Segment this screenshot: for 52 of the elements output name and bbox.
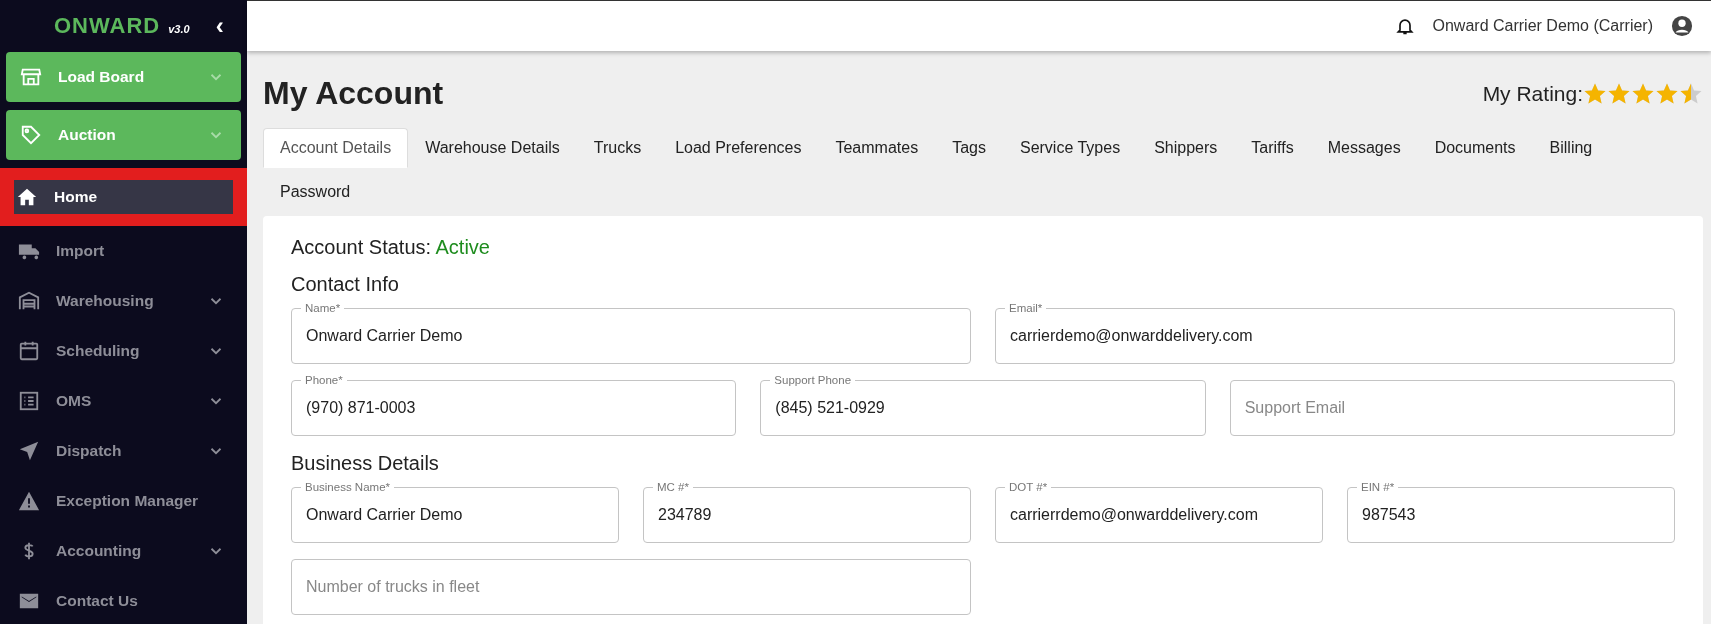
- tab[interactable]: Shippers: [1137, 128, 1235, 168]
- version-label: v3.0: [168, 23, 190, 35]
- sidebar-item[interactable]: Home: [14, 180, 233, 214]
- field-label: Email*: [1005, 301, 1047, 315]
- store-icon: [20, 66, 42, 88]
- warning-icon: [18, 490, 40, 512]
- home-icon: [16, 186, 38, 208]
- sidebar-item[interactable]: OMS: [6, 376, 241, 426]
- sidebar-item[interactable]: Accounting: [6, 526, 241, 576]
- sidebar-item[interactable]: Contact Us: [6, 576, 241, 624]
- warehouse-icon: [18, 290, 40, 312]
- input-field[interactable]: Number of trucks in fleet: [291, 559, 971, 615]
- field-label: DOT #*: [1005, 480, 1052, 494]
- sidebar-item[interactable]: Warehousing: [6, 276, 241, 326]
- collapse-button[interactable]: ‹: [211, 14, 228, 38]
- rating-label: My Rating:: [1482, 81, 1583, 106]
- field-label: MC #*: [653, 480, 693, 494]
- section-title: Business Details: [291, 452, 440, 475]
- sidebar-item[interactable]: Exception Manager: [6, 476, 241, 526]
- sidebar-item[interactable]: Dispatch: [6, 426, 241, 476]
- page-title: My Account: [263, 75, 444, 112]
- logo: ONWARD: [54, 13, 161, 39]
- calendar-icon: [18, 340, 40, 362]
- tab[interactable]: Trucks: [576, 128, 659, 168]
- tab[interactable]: Tariffs: [1234, 128, 1311, 168]
- tab[interactable]: Load Preferences: [658, 128, 819, 168]
- tab[interactable]: Messages: [1310, 128, 1418, 168]
- tab[interactable]: Documents: [1417, 128, 1533, 168]
- section-title: Contact Info: [291, 273, 400, 296]
- input-field[interactable]: Support Email: [1229, 380, 1675, 436]
- tab[interactable]: Warehouse Details: [408, 128, 577, 168]
- tab[interactable]: Password: [263, 172, 368, 212]
- list-icon: [18, 390, 40, 412]
- tab[interactable]: Service Types: [1002, 128, 1138, 168]
- sidebar-item[interactable]: Import: [6, 226, 241, 276]
- send-icon: [18, 440, 40, 462]
- field-label: EIN #*: [1357, 480, 1399, 494]
- sidebar-item[interactable]: Scheduling: [6, 326, 241, 376]
- tab[interactable]: Billing: [1532, 128, 1610, 168]
- tag-icon: [20, 124, 42, 146]
- status-label: Account Status:: [291, 236, 432, 258]
- status-value: Active: [435, 236, 490, 258]
- field-label: Support Phone: [770, 373, 856, 387]
- user-name[interactable]: Onward Carrier Demo (Carrier): [1432, 17, 1653, 35]
- tab[interactable]: Tags: [935, 128, 1003, 168]
- tab[interactable]: Teammates: [818, 128, 936, 168]
- field-label: Name*: [301, 301, 345, 315]
- bell-icon[interactable]: [1394, 16, 1415, 36]
- account-icon[interactable]: [1671, 15, 1693, 37]
- field-label: Business Name*: [301, 480, 394, 494]
- field-label: Phone*: [301, 373, 347, 387]
- tab[interactable]: Account Details: [263, 128, 409, 168]
